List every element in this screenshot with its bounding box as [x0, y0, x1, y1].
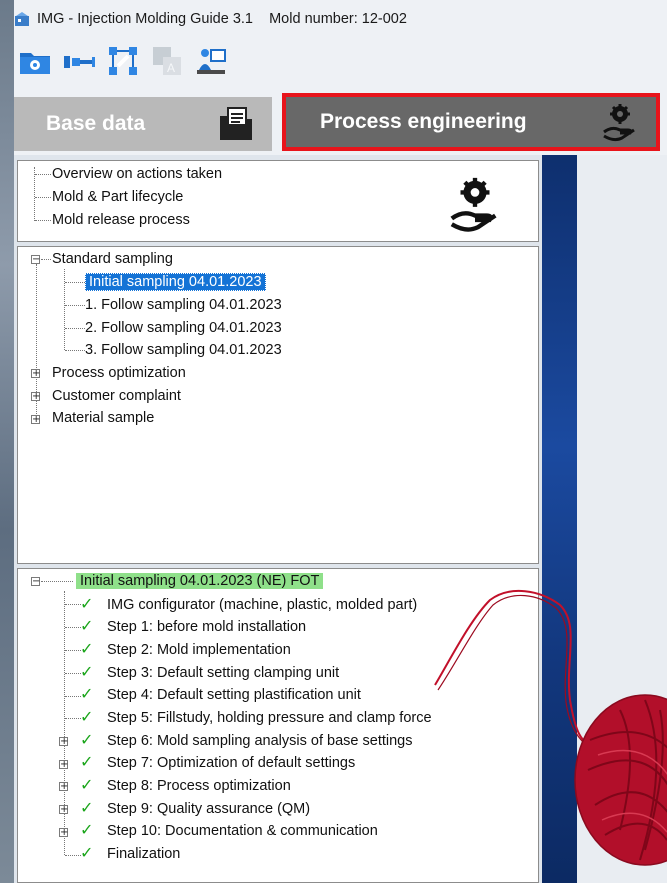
expand-toggle[interactable]: +	[59, 760, 68, 770]
tab-process-engineering-label: Process engineering	[320, 110, 527, 133]
expand-toggle[interactable]: +	[31, 369, 40, 379]
svg-text:A: A	[167, 61, 175, 75]
folder-gear-icon	[20, 53, 50, 74]
network-wrench-icon	[109, 47, 137, 75]
expand-toggle[interactable]: +	[59, 782, 68, 792]
tree-item-follow-sampling-3[interactable]: 3. Follow sampling 04.01.2023	[85, 339, 282, 361]
network-wrench-button[interactable]	[104, 42, 142, 80]
check-icon: ✓	[80, 775, 94, 794]
injection-unit-icon	[64, 56, 95, 68]
check-icon: ✓	[80, 616, 94, 635]
desktop-background-left	[0, 0, 14, 883]
check-icon: ✓	[80, 752, 94, 771]
step-item[interactable]: Step 1: before mold installation	[107, 616, 306, 638]
tab-process-engineering[interactable]: Process engineering	[282, 93, 660, 151]
folder-gear-button[interactable]	[16, 42, 54, 80]
check-icon: ✓	[80, 684, 94, 703]
translate-icon: A	[153, 47, 181, 75]
expand-toggle[interactable]: +	[31, 415, 40, 425]
step-item[interactable]: Step 4: Default setting plastification u…	[107, 684, 361, 706]
step-item[interactable]: Step 2: Mold implementation	[107, 639, 291, 661]
check-icon: ✓	[80, 639, 94, 658]
window-title: IMG - Injection Molding Guide 3.1 Mold n…	[37, 11, 407, 27]
training-button[interactable]	[192, 42, 230, 80]
check-icon: ✓	[80, 820, 94, 839]
check-icon: ✓	[80, 662, 94, 681]
tree-item-release[interactable]: Mold release process	[52, 209, 190, 231]
tree-item-follow-sampling-2[interactable]: 2. Follow sampling 04.01.2023	[85, 317, 282, 339]
title-bar: IMG - Injection Molding Guide 3.1 Mold n…	[14, 6, 654, 32]
step-item[interactable]: Finalization	[107, 843, 180, 865]
expand-toggle[interactable]: +	[59, 828, 68, 838]
tree-item-material-sample[interactable]: Material sample	[52, 407, 154, 429]
check-icon: ✓	[80, 594, 94, 613]
sampling-tree-panel: − Standard sampling Initial sampling 04.…	[17, 246, 539, 564]
translate-button[interactable]: A	[148, 42, 186, 80]
check-icon: ✓	[80, 798, 94, 817]
expand-toggle[interactable]: +	[59, 805, 68, 815]
collapse-toggle[interactable]: −	[31, 255, 40, 265]
expand-toggle[interactable]: +	[59, 737, 68, 747]
check-icon: ✓	[80, 707, 94, 726]
sampling-header: Initial sampling 04.01.2023 (NE) FOT	[76, 570, 324, 592]
tab-base-data[interactable]: Base data	[14, 97, 272, 151]
folder-document-icon	[220, 107, 252, 140]
gear-hand-icon	[603, 104, 635, 142]
step-item[interactable]: Step 10: Documentation & communication	[107, 820, 378, 842]
tree-item-process-optimization[interactable]: Process optimization	[52, 362, 186, 384]
step-item[interactable]: Step 6: Mold sampling analysis of base s…	[107, 730, 412, 752]
check-icon: ✓	[80, 730, 94, 749]
collapse-toggle[interactable]: −	[31, 577, 40, 587]
step-item[interactable]: IMG configurator (machine, plastic, mold…	[107, 594, 417, 616]
step-item[interactable]: Step 8: Process optimization	[107, 775, 291, 797]
overview-panel: Overview on actions taken Mold & Part li…	[17, 160, 539, 242]
expand-toggle[interactable]: +	[31, 392, 40, 402]
step-item[interactable]: Step 7: Optimization of default settings	[107, 752, 355, 774]
tree-item-overview[interactable]: Overview on actions taken	[52, 163, 222, 185]
step-item[interactable]: Step 3: Default setting clamping unit	[107, 662, 339, 684]
step-item[interactable]: Step 5: Fillstudy, holding pressure and …	[107, 707, 432, 729]
tree-item-customer-complaint[interactable]: Customer complaint	[52, 385, 181, 407]
tree-item-follow-sampling-1[interactable]: 1. Follow sampling 04.01.2023	[85, 294, 282, 316]
toolbar: A	[16, 42, 230, 80]
check-icon: ✓	[80, 843, 94, 862]
gear-hand-icon	[450, 177, 497, 232]
tree-item-initial-sampling[interactable]: Initial sampling 04.01.2023	[85, 271, 266, 293]
step-item[interactable]: Step 9: Quality assurance (QM)	[107, 798, 310, 820]
injection-unit-button[interactable]	[60, 42, 98, 80]
tree-item-lifecycle[interactable]: Mold & Part lifecycle	[52, 186, 183, 208]
app-icon	[15, 12, 29, 26]
tree-item-standard-sampling[interactable]: Standard sampling	[52, 248, 173, 270]
tab-base-data-label: Base data	[46, 112, 146, 135]
training-icon	[197, 49, 226, 74]
yarn-ball-image	[434, 589, 667, 866]
